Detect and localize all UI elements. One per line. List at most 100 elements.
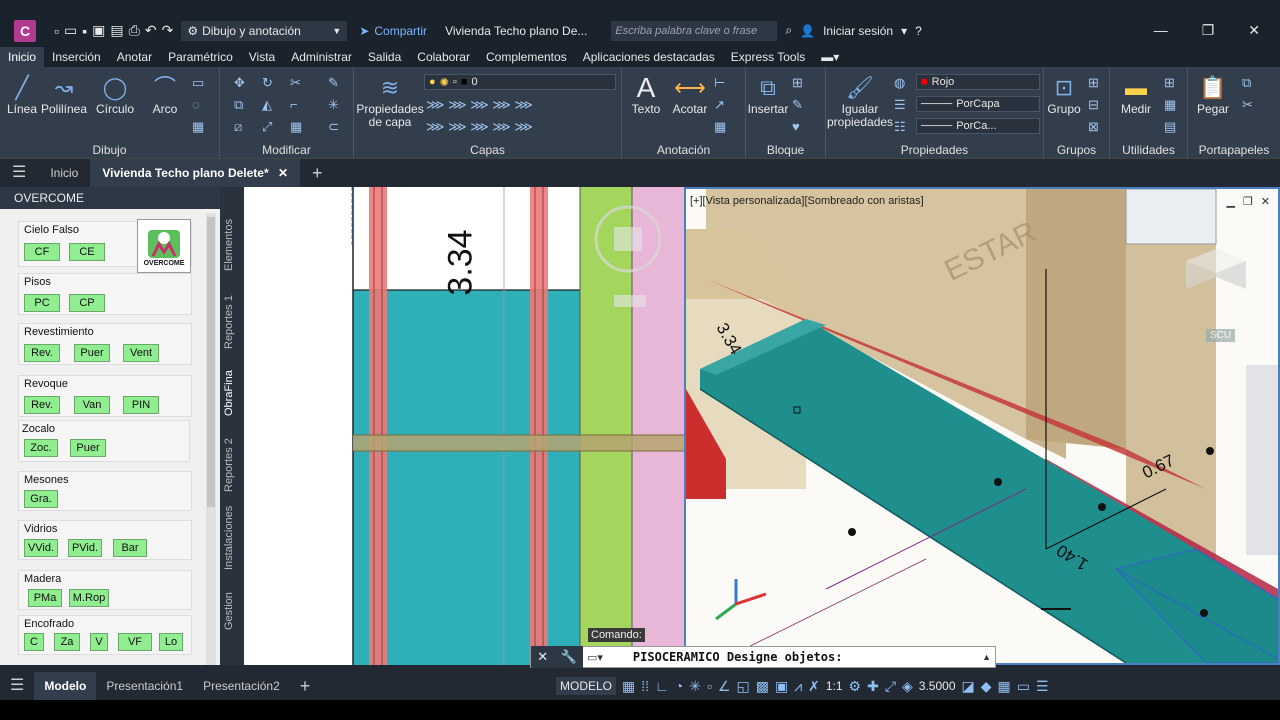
panel-bloque-title[interactable]: Bloque — [746, 143, 825, 157]
linea-button[interactable]: ╱ Línea — [6, 73, 38, 116]
mirror-icon[interactable]: ◭ — [262, 97, 272, 113]
btn-lo[interactable]: Lo — [159, 633, 183, 651]
medir-button[interactable]: ▬ Medir — [1116, 73, 1156, 116]
tab-salida[interactable]: Salida — [360, 47, 409, 67]
acotar-button[interactable]: ⟷ Acotar — [670, 73, 710, 116]
layer-tool-icon-2[interactable]: ⋙ ⋙ ⋙ ⋙ ⋙ — [426, 119, 533, 135]
restore-icon[interactable]: ❐ — [1202, 22, 1215, 39]
table-icon[interactable]: ▦ — [714, 119, 726, 135]
btn-ce[interactable]: CE — [69, 243, 105, 261]
btn-vent[interactable]: Vent — [123, 344, 159, 362]
vtab-gestion[interactable]: Gestion — [223, 587, 241, 635]
workspace-selector[interactable]: ⚙ Dibujo y anotación ▼ — [181, 20, 348, 41]
grupo-button[interactable]: ⊡ Grupo — [1046, 73, 1082, 116]
pegar-button[interactable]: 📋 Pegar — [1196, 73, 1230, 116]
elevation-value[interactable]: 3.5000 — [919, 679, 956, 693]
customize-icon[interactable]: ☰ — [1036, 678, 1049, 695]
leader-icon[interactable]: ↗ — [714, 97, 725, 113]
btn-pma[interactable]: PMa — [28, 589, 62, 607]
vtab-reportes2[interactable]: Reportes 2 — [223, 435, 241, 495]
btn-pin[interactable]: PIN — [123, 396, 159, 414]
clean-screen-icon[interactable]: ▭ — [1017, 678, 1030, 695]
vp-restore-icon[interactable]: ❐ — [1243, 195, 1253, 208]
close-tab-icon[interactable]: ✕ — [278, 166, 288, 180]
circulo-button[interactable]: ◯ Círculo — [96, 73, 134, 116]
annotation-visibility-icon[interactable]: ⩘ — [794, 678, 802, 695]
otrack-icon[interactable]: ∠ — [718, 678, 731, 695]
3dosnap-icon[interactable]: ▣ — [775, 678, 788, 695]
btn-cp[interactable]: CP — [69, 294, 105, 312]
palette-scrollbar[interactable] — [206, 213, 216, 665]
igualar-propiedades-button[interactable]: 🖌 Igualar propiedades — [827, 73, 893, 129]
help-icon[interactable]: ? — [915, 24, 922, 38]
rotate-icon[interactable]: ↻ — [262, 75, 273, 91]
menu-hamburger-icon[interactable]: ☰ — [0, 159, 38, 187]
new-tab-icon[interactable]: + — [300, 159, 335, 187]
close-icon[interactable]: ✕ — [1248, 22, 1260, 39]
linear-dim-icon[interactable]: ⊢ — [714, 75, 725, 91]
trim-icon[interactable]: ✂ — [290, 75, 301, 91]
ucs-label[interactable]: SCU — [1206, 329, 1236, 342]
copy-clip-icon[interactable]: ⧉ — [1242, 75, 1251, 91]
tab-inicio-file[interactable]: Inicio — [38, 159, 90, 187]
hardware-accel-icon[interactable]: ▦ — [998, 678, 1011, 695]
web-icon[interactable]: ▤ — [110, 22, 123, 39]
vtab-reportes1[interactable]: Reportes 1 — [223, 291, 241, 353]
panel-capas-title[interactable]: Capas — [354, 143, 621, 157]
wrench-icon[interactable]: 🔧 — [561, 649, 577, 665]
quick-calc-icon[interactable]: ⊞ — [1164, 75, 1175, 91]
viewport-label[interactable]: [+][Vista personalizada][Sombreado con a… — [690, 195, 924, 207]
panel-utilidades-title[interactable]: Utilidades — [1110, 143, 1187, 157]
stretch-icon[interactable]: ⧄ — [234, 119, 242, 135]
panel-portapapeles-title[interactable]: Portapapeles — [1188, 143, 1280, 157]
annotation-monitor-icon[interactable]: ✚ — [867, 678, 879, 695]
vp-minimize-icon[interactable]: ▁ — [1226, 195, 1234, 208]
tab-aplicaciones[interactable]: Aplicaciones destacadas — [575, 47, 723, 67]
btn-puer[interactable]: Puer — [74, 344, 110, 362]
panel-dibujo-title[interactable]: Dibujo — [0, 143, 219, 157]
tab-parametrico[interactable]: Paramétrico — [160, 47, 241, 67]
app-logo[interactable]: C — [14, 19, 36, 42]
osnap-icon[interactable]: ▫ — [707, 678, 712, 694]
arco-button[interactable]: ⌒ Arco — [150, 73, 180, 116]
selection-cycle-icon[interactable]: ◱ — [736, 678, 749, 695]
btn-rev[interactable]: Rev. — [24, 344, 60, 362]
command-history-icon[interactable]: ▲ — [982, 652, 991, 662]
btn-vvid[interactable]: VVid. — [24, 539, 58, 557]
btn-mrop[interactable]: M.Rop — [69, 589, 109, 607]
array-icon[interactable]: ▦ — [290, 119, 302, 135]
btn-van[interactable]: Van — [74, 396, 110, 414]
btn-v[interactable]: V — [90, 633, 108, 651]
tab-complementos[interactable]: Complementos — [478, 47, 575, 67]
tab-colaborar[interactable]: Colaborar — [409, 47, 478, 67]
copy-icon[interactable]: ⧉ — [234, 97, 243, 113]
save-icon[interactable]: ▪ — [82, 23, 87, 39]
calculator-icon[interactable]: ▤ — [1164, 119, 1176, 135]
insertar-button[interactable]: ⧉ Insertar — [748, 73, 789, 116]
btn-rev-revoque[interactable]: Rev. — [24, 396, 60, 414]
tab-administrar[interactable]: Administrar — [283, 47, 360, 67]
save-as-icon[interactable]: ▣ — [92, 22, 105, 39]
polar-icon[interactable]: ◔ — [675, 678, 683, 694]
units-icon[interactable]: ⤢ — [885, 678, 896, 695]
texto-button[interactable]: A Texto — [630, 73, 662, 116]
panel-modificar-title[interactable]: Modificar — [220, 143, 353, 157]
erase-icon[interactable]: ✎ — [328, 75, 339, 91]
graphics-perf-icon[interactable]: ◪ — [962, 678, 975, 695]
isodraft-icon[interactable]: ✳ — [689, 678, 701, 695]
layout-menu-icon[interactable]: ☰ — [0, 672, 34, 700]
select-all-icon[interactable]: ▦ — [1164, 97, 1176, 113]
command-line[interactable]: ✕ 🔧 ▭▾ PISOCERAMICO Designe objetos: ▲ — [530, 646, 996, 668]
scale-icon[interactable]: ⤢ — [262, 119, 272, 135]
btn-zoc[interactable]: Zoc. — [24, 439, 58, 457]
panel-anotacion-title[interactable]: Anotación — [622, 143, 745, 157]
vtab-instalaciones[interactable]: Instalaciones — [223, 503, 241, 573]
explode-icon[interactable]: ✳ — [328, 97, 339, 113]
hatch-icon[interactable]: ◌ — [192, 97, 200, 112]
btn-pvid[interactable]: PVid. — [68, 539, 102, 557]
btn-vf[interactable]: VF — [118, 633, 152, 651]
tab-vista[interactable]: Vista — [241, 47, 283, 67]
ungroup-icon[interactable]: ⊞ — [1088, 75, 1099, 91]
tab-express-tools[interactable]: Express Tools — [723, 47, 813, 67]
fillet-icon[interactable]: ⌐ — [290, 97, 298, 112]
